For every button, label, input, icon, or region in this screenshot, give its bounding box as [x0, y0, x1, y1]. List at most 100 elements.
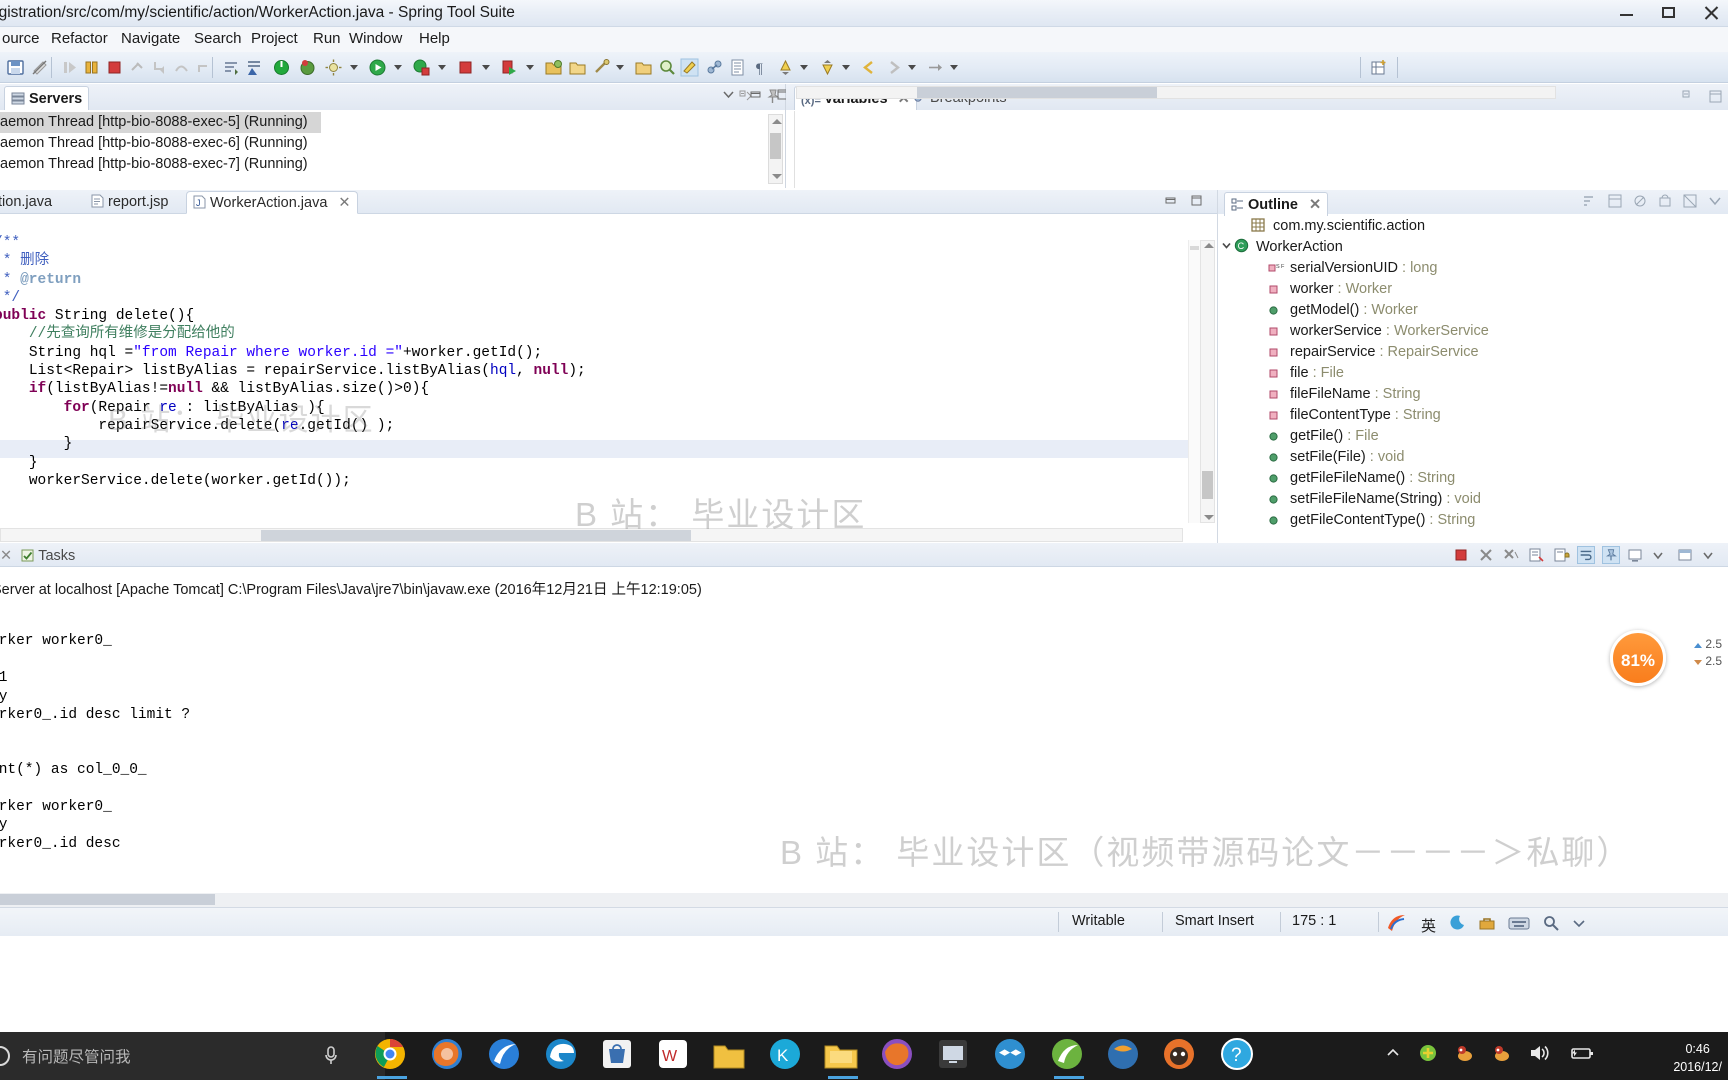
resume-icon[interactable]	[60, 58, 79, 77]
scroll-down-icon[interactable]	[1204, 515, 1214, 520]
hide-nonpublic-icon[interactable]	[1657, 193, 1674, 210]
shield-update-icon[interactable]	[1418, 1043, 1438, 1068]
forward-chevron-down-icon[interactable]	[908, 65, 916, 70]
scroll-up-icon[interactable]	[1204, 243, 1214, 248]
sogou-ime-icon[interactable]	[1385, 911, 1409, 939]
profile-chevron-down-icon[interactable]	[526, 65, 534, 70]
editor-tab-report-jsp[interactable]: report.jsp	[85, 191, 174, 214]
scroll-lock-icon[interactable]	[1552, 546, 1570, 564]
menu-run[interactable]: Run	[311, 30, 343, 47]
wps-taskbar-icon[interactable]: W	[654, 1035, 696, 1077]
run-external-chevron-down-icon[interactable]	[438, 65, 446, 70]
hide-fields-icon[interactable]	[1607, 193, 1624, 210]
scrollbar-thumb[interactable]	[917, 87, 1157, 98]
scroll-down-icon[interactable]	[772, 174, 782, 179]
tab-tasks[interactable]: ✕ Tasks	[0, 544, 81, 568]
microphone-icon[interactable]	[323, 1044, 339, 1073]
menu-window[interactable]: Window	[347, 30, 404, 47]
outline-item[interactable]: repairService : RepairService	[1218, 342, 1728, 363]
outline-item[interactable]: fileFileName : String	[1218, 384, 1728, 405]
word-wrap-icon[interactable]	[1577, 546, 1595, 564]
virtualbox-taskbar-icon[interactable]	[934, 1035, 976, 1077]
close-icon[interactable]	[1700, 2, 1722, 22]
outline-item[interactable]: getFile() : File	[1218, 426, 1728, 447]
battery-charging-icon[interactable]	[1568, 1044, 1594, 1067]
outline-item[interactable]: worker : Worker	[1218, 279, 1728, 300]
firefox2-taskbar-icon[interactable]	[878, 1035, 920, 1077]
explorer-taskbar-icon[interactable]	[822, 1035, 864, 1079]
tab-servers[interactable]: Servers	[4, 86, 90, 110]
menu-navigate[interactable]: Navigate	[119, 30, 182, 47]
search-icon[interactable]	[658, 58, 677, 77]
open-file-icon[interactable]	[634, 58, 653, 77]
outline-item[interactable]: com.my.scientific.action	[1218, 216, 1728, 237]
tray-chevron-up-icon[interactable]	[1385, 1045, 1401, 1066]
tray-clock[interactable]: 0:46 2016/12/	[1673, 1040, 1722, 1076]
stop-chevron-down-icon[interactable]	[482, 65, 490, 70]
navicat-taskbar-icon[interactable]	[1104, 1035, 1146, 1077]
thread-row[interactable]: aemon Thread [http-bio-8088-exec-7] (Run…	[0, 154, 763, 175]
maximize-icon[interactable]	[1658, 2, 1680, 22]
cortana-search-box[interactable]: 有问题尽管问我	[0, 1032, 385, 1080]
folder-yellow-taskbar-icon[interactable]	[710, 1035, 752, 1077]
stop-icon[interactable]	[456, 58, 475, 77]
ime-toolbox-icon[interactable]	[1478, 914, 1496, 937]
highlight-marker-icon[interactable]	[680, 58, 699, 77]
thread-row-partial[interactable]	[0, 175, 763, 188]
editor-tab-action-java[interactable]: tion.java	[0, 191, 58, 214]
search-ref-chevron-down-icon[interactable]	[616, 65, 624, 70]
debug-server-icon[interactable]	[298, 58, 317, 77]
scrollbar-thumb[interactable]	[1202, 471, 1213, 499]
outline-tree[interactable]: com.my.scientific.action C WorkerAction S Fs…	[1218, 216, 1728, 543]
ime-lang-label[interactable]: 英	[1421, 915, 1436, 936]
sts-taskbar-icon[interactable]	[1048, 1035, 1090, 1079]
sort-icon[interactable]	[1582, 193, 1599, 210]
menu-search[interactable]: Search	[192, 30, 244, 47]
outline-item[interactable]: getFileFileName() : String	[1218, 468, 1728, 489]
ime-menu-icon[interactable]	[1572, 916, 1586, 935]
thread-row[interactable]: aemon Thread [http-bio-8088-exec-6] (Run…	[0, 133, 763, 154]
terminate-console-icon[interactable]	[1452, 546, 1470, 564]
hide-local-icon[interactable]	[1682, 193, 1699, 210]
console-menu-chevron-down-icon[interactable]	[1702, 546, 1720, 564]
open-resource-icon[interactable]	[568, 58, 587, 77]
dropbox-taskbar-icon[interactable]	[991, 1035, 1033, 1077]
thread-row[interactable]: aemon Thread [http-bio-8088-exec-5] (Run…	[0, 112, 321, 133]
menu-source[interactable]: ource	[0, 30, 42, 47]
store-taskbar-icon[interactable]	[598, 1035, 640, 1077]
outline-item[interactable]: file : File	[1218, 363, 1728, 384]
chevron-down-icon[interactable]	[1218, 237, 1234, 258]
maximize-editor-icon[interactable]	[1190, 194, 1203, 212]
editor-horizontal-scrollbar[interactable]	[0, 528, 1183, 542]
run-external-icon[interactable]	[412, 58, 431, 77]
step-return-icon[interactable]	[194, 58, 213, 77]
code-content[interactable]: /** * 删除 * @return */public String delet…	[0, 234, 586, 490]
pin-console-icon[interactable]	[1602, 546, 1620, 564]
hide-static-icon[interactable]	[1632, 193, 1649, 210]
new-folder-icon[interactable]	[544, 58, 563, 77]
outline-item[interactable]: workerService : WorkerService	[1218, 321, 1728, 342]
ime-moon-icon[interactable]	[1448, 914, 1466, 937]
help-taskbar-icon[interactable]: ?	[1218, 1035, 1260, 1077]
scrollbar-thumb[interactable]	[0, 894, 215, 905]
forward-nav-icon[interactable]	[884, 58, 903, 77]
menu-help[interactable]: Help	[417, 30, 452, 47]
remove-launch-icon[interactable]	[1477, 546, 1495, 564]
run-server-icon[interactable]	[272, 58, 291, 77]
new-java-class-icon[interactable]	[245, 58, 264, 77]
outline-item[interactable]: C WorkerAction	[1218, 237, 1728, 258]
profile-icon[interactable]	[500, 58, 519, 77]
servers-vertical-scrollbar[interactable]	[768, 114, 783, 184]
search-ref-icon[interactable]	[592, 58, 611, 77]
outline-item[interactable]: getFileContentType() : String	[1218, 510, 1728, 531]
terminate-icon[interactable]	[105, 58, 124, 77]
console-output[interactable]: Server at localhost [Apache Tomcat] C:\P…	[0, 568, 1728, 907]
outline-item[interactable]: fileContentType : String	[1218, 405, 1728, 426]
editor-vertical-scrollbar[interactable]	[1200, 240, 1215, 523]
firefox-taskbar-icon[interactable]	[428, 1035, 470, 1077]
view-menu-icon[interactable]	[722, 88, 735, 106]
ime-keyboard-icon[interactable]	[1508, 915, 1530, 936]
menu-refactor[interactable]: Refactor	[49, 30, 110, 47]
display-console-icon[interactable]	[1627, 546, 1645, 564]
next-annotation-icon[interactable]	[776, 58, 795, 77]
